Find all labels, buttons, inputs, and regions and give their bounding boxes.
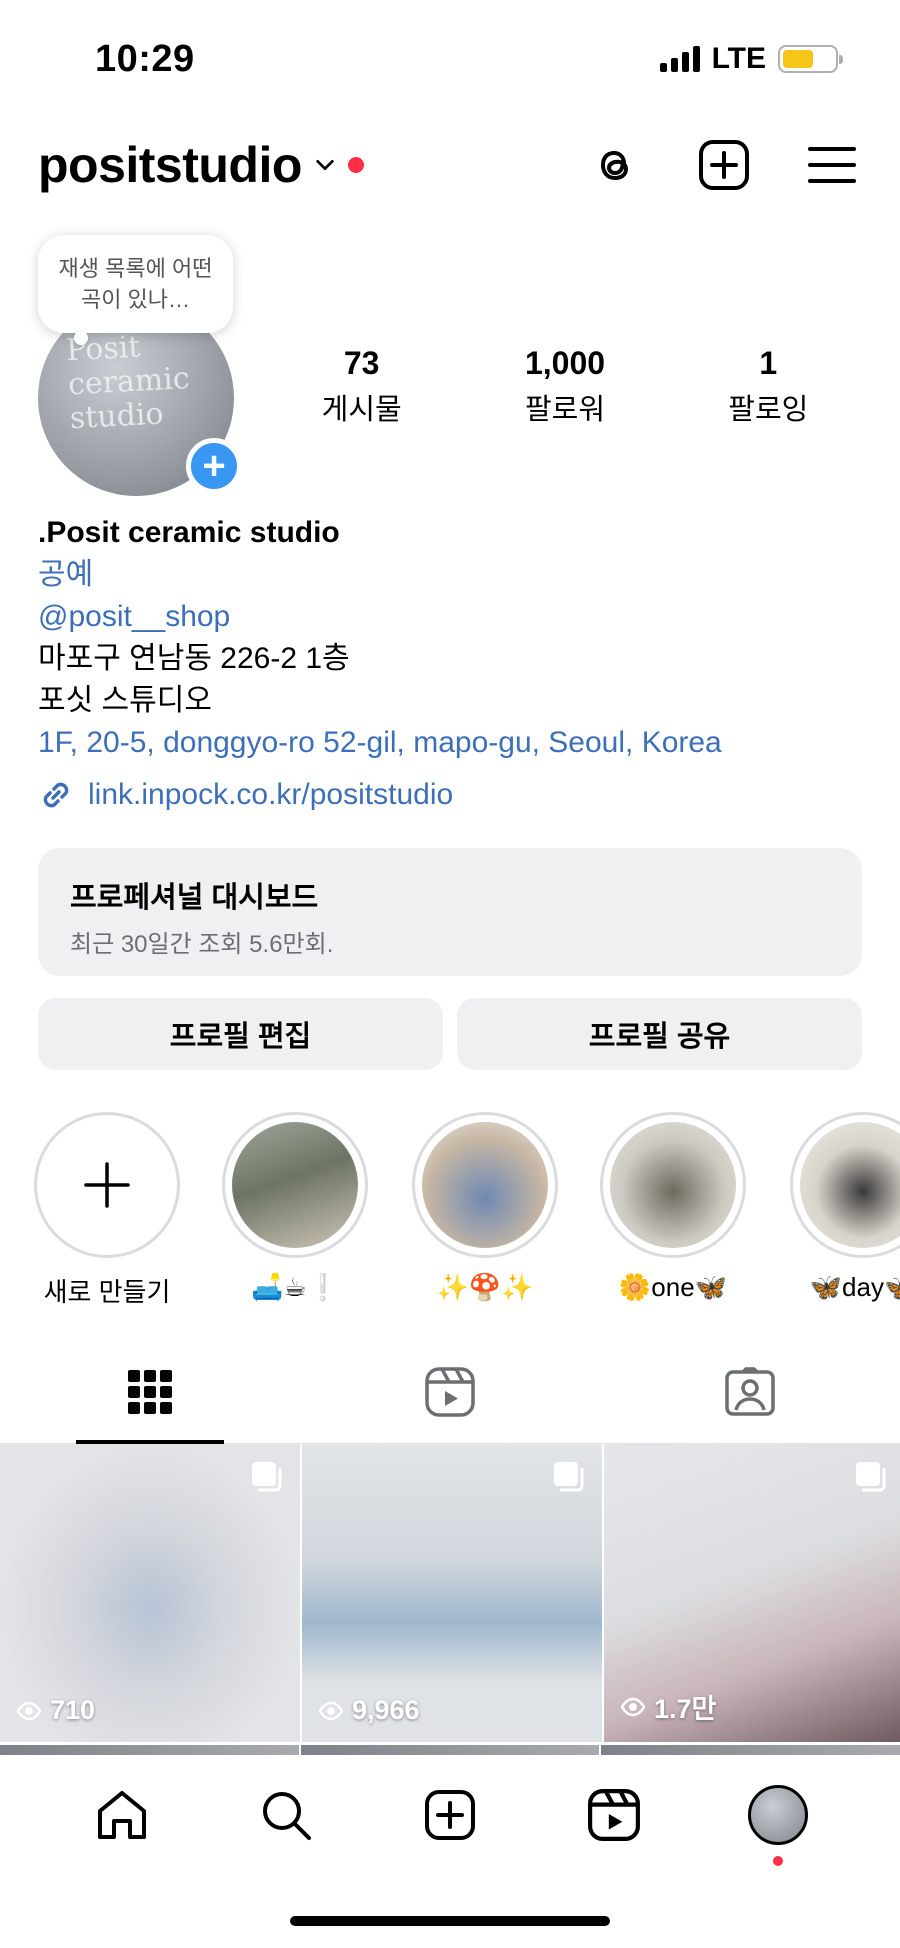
edit-profile-button[interactable]: 프로필 편집 (38, 998, 443, 1070)
view-count: 9,966 (318, 1695, 420, 1726)
stat-posts[interactable]: 73 게시물 (260, 345, 463, 428)
post-thumbnail[interactable]: 1.7만 (604, 1444, 900, 1742)
highlight-ring (222, 1112, 368, 1258)
search-icon[interactable] (251, 1780, 321, 1850)
highlight-item[interactable]: 🛋️☕❕ (220, 1112, 370, 1303)
view-count-value: 710 (50, 1695, 96, 1725)
avatar-text: Posit ceramic studio (65, 329, 191, 437)
notification-dot (773, 1856, 783, 1866)
profile-bio: .Posit ceramic studio 공예 @posit__shop 마포… (38, 512, 878, 816)
story-highlights: 새로 만들기 🛋️☕❕ ✨🍄✨ 🌼one🦋 🦋day🦋 (0, 1112, 900, 1312)
view-count: 1.7만 (620, 1687, 716, 1726)
create-icon[interactable] (415, 1780, 485, 1850)
highlight-label: 🦋day🦋 (809, 1272, 900, 1302)
highlight-ring (600, 1112, 746, 1258)
view-count-value: 1.7만 (654, 1694, 717, 1724)
mention-link[interactable]: @posit__shop (38, 596, 878, 638)
eye-icon (318, 1701, 344, 1720)
profile-header: positstudio (38, 130, 862, 200)
view-count-value: 9,966 (352, 1695, 420, 1725)
plus-icon (84, 1162, 130, 1208)
multiple-images-icon (856, 1462, 886, 1492)
new-highlight-circle (34, 1112, 180, 1258)
profile-nav-avatar[interactable] (743, 1780, 813, 1866)
category-label[interactable]: 공예 (38, 554, 878, 596)
highlight-cover (232, 1122, 358, 1248)
home-icon[interactable] (87, 1780, 157, 1850)
posts-grid: 710 9,966 1.7만 (0, 1444, 900, 1742)
profile-stats: 73 게시물 1,000 팔로워 1 팔로잉 (260, 345, 870, 428)
post-thumbnail[interactable]: 9,966 (302, 1444, 602, 1742)
dashboard-subtitle: 최근 30일간 조회 5.6만회. (70, 931, 334, 958)
highlight-cover (422, 1122, 548, 1248)
avatar (748, 1785, 808, 1845)
chevron-down-icon[interactable] (314, 154, 336, 176)
highlight-label: 새로 만들기 (43, 1277, 171, 1307)
highlight-item[interactable]: 🦋day🦋 (788, 1112, 900, 1303)
status-indicators: LTE (659, 42, 843, 76)
home-indicator[interactable] (290, 1916, 610, 1926)
address-link[interactable]: 1F, 20-5, donggyo-ro 52-gil, mapo-gu, Se… (38, 722, 878, 764)
grid-icon (128, 1369, 172, 1414)
tab-tagged[interactable] (600, 1340, 900, 1443)
website-url: link.inpock.co.kr/positstudio (88, 778, 454, 811)
view-count: 710 (16, 1695, 95, 1726)
status-time: 10:29 (95, 38, 195, 80)
highlight-label: 🛋️☕❕ (250, 1272, 340, 1302)
stat-posts-label: 게시물 (321, 394, 402, 426)
bio-line-2: 포싯 스튜디오 (38, 684, 212, 717)
highlight-item[interactable]: ✨🍄✨ (410, 1112, 560, 1303)
stat-followers-value: 1,000 (524, 345, 606, 381)
profile-actions: 프로필 편집 프로필 공유 (38, 998, 862, 1070)
menu-icon[interactable] (802, 135, 862, 195)
dashboard-title: 프로페셔널 대시보드 (70, 882, 319, 914)
stat-posts-value: 73 (343, 345, 380, 381)
network-type: LTE (711, 42, 766, 75)
highlight-new[interactable]: 새로 만들기 (32, 1112, 182, 1309)
stat-followers[interactable]: 1,000 팔로워 (463, 345, 666, 428)
tab-grid[interactable] (0, 1340, 300, 1444)
account-switcher-username[interactable]: positstudio (38, 136, 302, 194)
profile-tabs (0, 1340, 900, 1444)
tab-reels[interactable] (300, 1340, 600, 1443)
stat-following[interactable]: 1 팔로잉 (667, 345, 870, 428)
bottom-navigation (0, 1755, 900, 1948)
note-bubble[interactable]: 재생 목록에 어떤 곡이 있나… (38, 235, 233, 345)
add-story-plus-icon[interactable]: + (186, 438, 242, 494)
website-link[interactable]: link.inpock.co.kr/positstudio (38, 774, 878, 816)
share-profile-button[interactable]: 프로필 공유 (457, 998, 862, 1070)
eye-icon (620, 1697, 646, 1716)
highlight-label: 🌼one🦋 (618, 1272, 728, 1302)
create-post-icon[interactable] (694, 135, 754, 195)
stat-followers-label: 팔로워 (524, 394, 606, 426)
next-row-thumbnails (0, 1745, 900, 1755)
highlight-item[interactable]: 🌼one🦋 (598, 1112, 748, 1303)
stat-following-value: 1 (759, 345, 778, 381)
eye-icon (16, 1701, 42, 1720)
highlight-cover (610, 1122, 736, 1248)
tagged-person-icon (725, 1366, 775, 1416)
display-name: .Posit ceramic studio (38, 516, 340, 549)
multiple-images-icon (252, 1462, 282, 1492)
status-bar: 10:29 LTE (0, 0, 900, 110)
bio-line-1: 마포구 연남동 226-2 1층 (38, 642, 350, 675)
battery-icon (778, 45, 843, 73)
notification-dot (347, 157, 364, 173)
link-icon (43, 782, 69, 808)
professional-dashboard[interactable]: 프로페셔널 대시보드 최근 30일간 조회 5.6만회. (38, 848, 862, 976)
highlight-cover (800, 1122, 900, 1248)
post-thumbnail[interactable]: 710 (0, 1444, 300, 1742)
highlight-ring (790, 1112, 900, 1258)
signal-icon (659, 46, 700, 72)
highlight-ring (412, 1112, 558, 1258)
threads-icon[interactable] (586, 135, 646, 195)
stat-following-label: 팔로잉 (728, 394, 809, 426)
multiple-images-icon (554, 1462, 584, 1492)
reels-nav-icon[interactable] (579, 1780, 649, 1850)
highlight-label: ✨🍄✨ (436, 1272, 534, 1302)
reels-icon (425, 1366, 475, 1417)
note-text: 재생 목록에 어떤 곡이 있나… (58, 256, 213, 312)
